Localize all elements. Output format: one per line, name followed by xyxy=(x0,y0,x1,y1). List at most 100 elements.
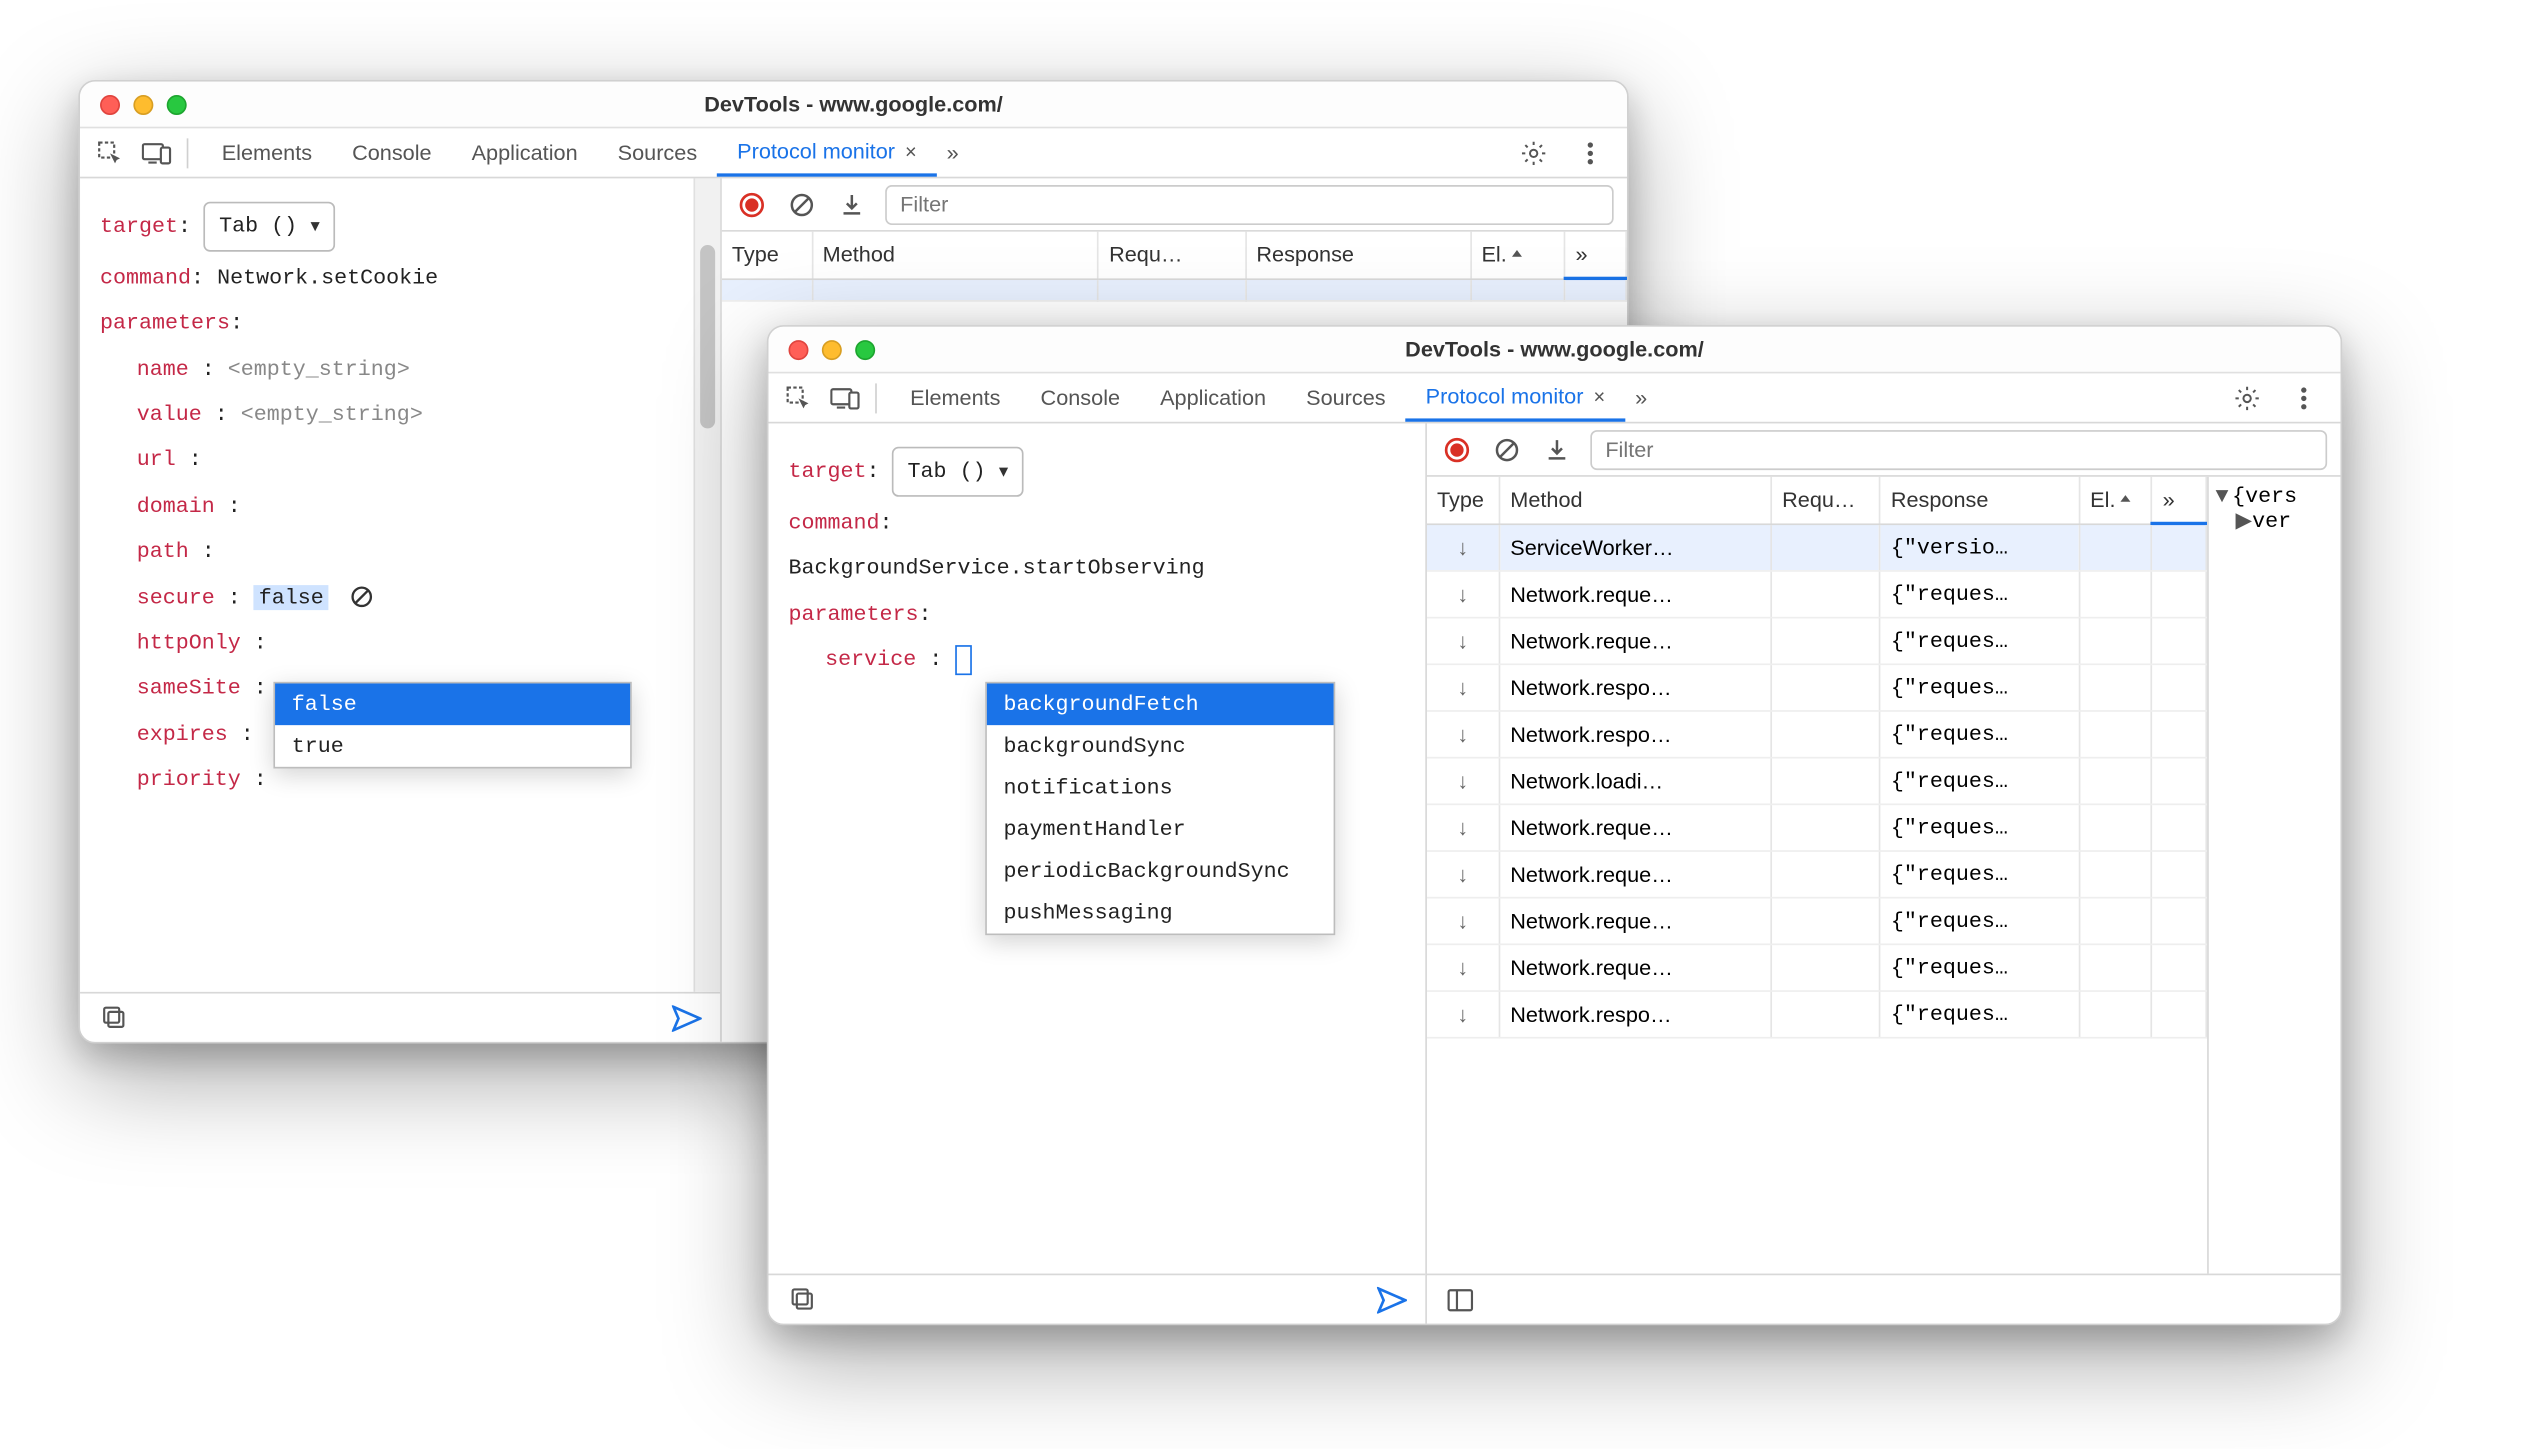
filter-input[interactable] xyxy=(885,184,1613,224)
record-button[interactable] xyxy=(1440,433,1473,466)
dropdown-caret-icon xyxy=(310,207,319,247)
table-row[interactable]: ↓Network.respo…{"reques… xyxy=(1427,663,2206,710)
more-tabs-button[interactable]: » xyxy=(1625,373,1657,421)
close-tab-icon[interactable]: × xyxy=(1593,384,1605,407)
param-key: priority xyxy=(137,767,241,792)
minimize-window-button[interactable] xyxy=(133,94,153,114)
send-button[interactable] xyxy=(1375,1283,1408,1316)
col-elapsed[interactable]: El. xyxy=(1471,232,1565,279)
col-elapsed[interactable]: El. xyxy=(2079,477,2151,524)
copy-icon[interactable] xyxy=(785,1283,818,1316)
maximize-window-button[interactable] xyxy=(167,94,187,114)
close-tab-icon[interactable]: × xyxy=(905,139,917,162)
table-row[interactable]: ↓Network.reque…{"reques… xyxy=(1427,803,2206,850)
autocomplete-option[interactable]: paymentHandler xyxy=(987,808,1334,850)
autocomplete-option[interactable]: periodicBackgroundSync xyxy=(987,850,1334,892)
inspect-element-icon[interactable] xyxy=(87,129,134,176)
target-key: target xyxy=(788,459,866,484)
detail-child[interactable]: ver xyxy=(2252,508,2291,533)
clear-button[interactable] xyxy=(1490,433,1523,466)
close-window-button[interactable] xyxy=(100,94,120,114)
autocomplete-option[interactable]: true xyxy=(275,725,630,767)
send-button[interactable] xyxy=(670,1001,703,1034)
table-row[interactable]: ↓Network.respo…{"reques… xyxy=(1427,710,2206,757)
protocol-log-pane: Type Method Requ… Response El. » ↓Servic… xyxy=(1427,423,2341,1323)
param-key: value xyxy=(137,402,202,427)
param-value[interactable]: <empty_string> xyxy=(241,402,423,427)
param-key: sameSite xyxy=(137,676,241,701)
tab-protocol-monitor[interactable]: Protocol monitor × xyxy=(717,128,936,176)
col-type[interactable]: Type xyxy=(722,232,812,279)
target-select[interactable]: Tab () xyxy=(893,447,1024,497)
command-value[interactable]: BackgroundService.startObserving xyxy=(788,555,1204,580)
autocomplete-option[interactable]: notifications xyxy=(987,767,1334,809)
table-row[interactable]: ↓Network.respo…{"reques… xyxy=(1427,990,2206,1037)
response-detail-pane[interactable]: ▼{vers ▶ver xyxy=(2207,477,2340,1274)
filter-input[interactable] xyxy=(1590,429,2327,469)
settings-gear-icon[interactable] xyxy=(2224,374,2271,421)
autocomplete-option[interactable]: backgroundSync xyxy=(987,725,1334,767)
more-tabs-button[interactable]: » xyxy=(937,128,969,176)
minimize-window-button[interactable] xyxy=(822,339,842,359)
copy-icon[interactable] xyxy=(97,1001,130,1034)
table-row[interactable]: ↓ServiceWorker…{"versio… xyxy=(1427,523,2206,570)
kebab-menu-icon[interactable] xyxy=(1567,129,1614,176)
device-toolbar-icon[interactable] xyxy=(133,129,180,176)
table-row[interactable]: ↓Network.reque…{"reques… xyxy=(1427,617,2206,664)
col-method[interactable]: Method xyxy=(1499,477,1771,524)
autocomplete-option[interactable]: false xyxy=(275,683,630,725)
table-header-row: Type Method Requ… Response El. » xyxy=(1427,477,2206,524)
window-title: DevTools - www.google.com/ xyxy=(80,92,1627,117)
command-value[interactable]: Network.setCookie xyxy=(217,265,438,290)
record-button[interactable] xyxy=(735,188,768,221)
settings-gear-icon[interactable] xyxy=(1510,129,1557,176)
param-key: secure xyxy=(137,584,215,609)
kebab-menu-icon[interactable] xyxy=(2280,374,2327,421)
scrollbar[interactable] xyxy=(693,178,720,991)
autocomplete-option[interactable]: backgroundFetch xyxy=(987,683,1334,725)
table-row[interactable]: ↓Network.loadi…{"reques… xyxy=(1427,757,2206,804)
col-response[interactable]: Response xyxy=(1246,232,1471,279)
tab-elements[interactable]: Elements xyxy=(890,373,1020,421)
command-key: command xyxy=(788,510,879,535)
autocomplete-dropdown[interactable]: backgroundFetch backgroundSync notificat… xyxy=(985,682,1335,935)
clear-value-icon[interactable] xyxy=(348,584,375,611)
param-value-editing[interactable]: false xyxy=(254,584,329,609)
param-key: name xyxy=(137,356,189,381)
table-row[interactable] xyxy=(722,278,1626,301)
autocomplete-option[interactable]: pushMessaging xyxy=(987,892,1334,934)
tab-application[interactable]: Application xyxy=(1140,373,1286,421)
more-columns-button[interactable]: » xyxy=(2152,477,2206,524)
inspect-element-icon[interactable] xyxy=(775,374,822,421)
detail-root[interactable]: {vers xyxy=(2232,483,2297,508)
col-method[interactable]: Method xyxy=(812,232,1098,279)
col-type[interactable]: Type xyxy=(1427,477,1499,524)
tab-sources[interactable]: Sources xyxy=(1286,373,1406,421)
toggle-sidebar-icon[interactable] xyxy=(1444,1283,1477,1316)
table-row[interactable]: ↓Network.reque…{"reques… xyxy=(1427,897,2206,944)
clear-button[interactable] xyxy=(785,188,818,221)
tab-console[interactable]: Console xyxy=(1021,373,1141,421)
target-key: target xyxy=(100,214,178,239)
col-request[interactable]: Requ… xyxy=(1098,232,1245,279)
param-value[interactable]: <empty_string> xyxy=(228,356,410,381)
col-response[interactable]: Response xyxy=(1880,477,2079,524)
tab-elements[interactable]: Elements xyxy=(202,128,332,176)
download-button[interactable] xyxy=(1540,433,1573,466)
tab-sources[interactable]: Sources xyxy=(598,128,718,176)
col-request[interactable]: Requ… xyxy=(1771,477,1880,524)
table-row[interactable]: ↓Network.reque…{"reques… xyxy=(1427,850,2206,897)
tab-console[interactable]: Console xyxy=(332,128,452,176)
tab-protocol-monitor[interactable]: Protocol monitor × xyxy=(1406,373,1625,421)
more-columns-button[interactable]: » xyxy=(1565,232,1626,279)
device-toolbar-icon[interactable] xyxy=(822,374,869,421)
close-window-button[interactable] xyxy=(788,339,808,359)
table-row[interactable]: ↓Network.reque…{"reques… xyxy=(1427,944,2206,991)
autocomplete-dropdown[interactable]: false true xyxy=(273,682,631,769)
table-row[interactable]: ↓Network.reque…{"reques… xyxy=(1427,570,2206,617)
tab-application[interactable]: Application xyxy=(452,128,598,176)
download-button[interactable] xyxy=(835,188,868,221)
maximize-window-button[interactable] xyxy=(855,339,875,359)
target-select[interactable]: Tab () xyxy=(204,202,335,252)
param-value-editing[interactable] xyxy=(955,644,972,674)
